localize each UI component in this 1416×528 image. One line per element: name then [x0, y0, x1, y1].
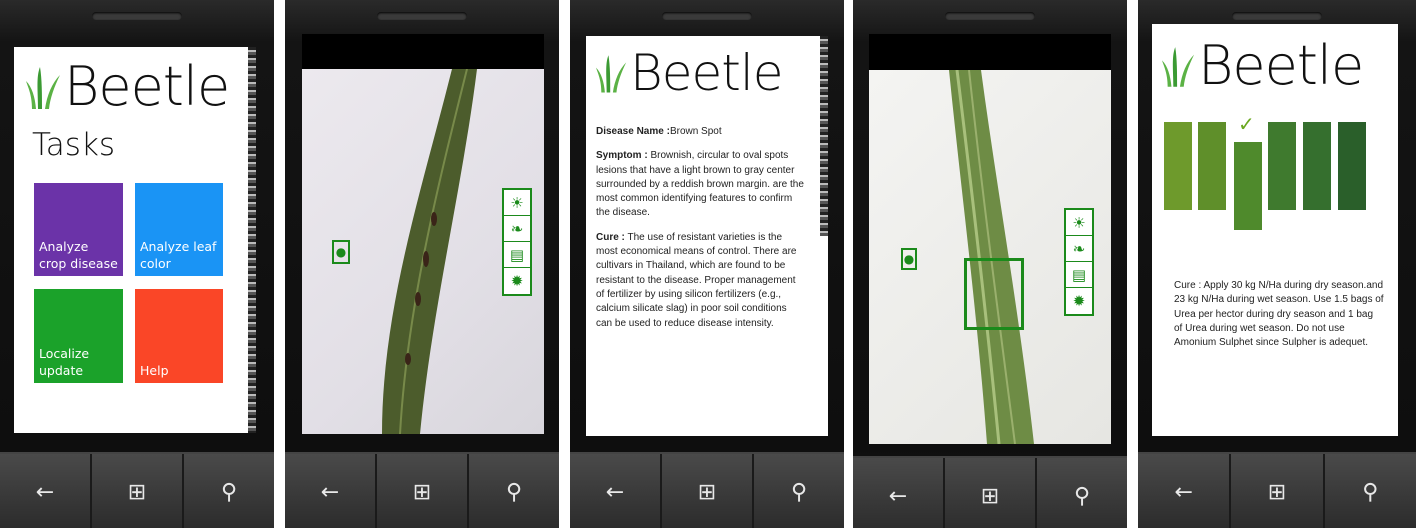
symptom-label: Symptom : — [596, 150, 648, 162]
cure-label: Cure : — [596, 231, 625, 243]
leaf-icon[interactable]: ❧ — [504, 216, 530, 242]
landscape-icon[interactable]: ▤ — [504, 242, 530, 268]
leaf-color-swatch[interactable] — [1268, 122, 1296, 210]
analyze-leaf-color-tile[interactable]: Analyze leaf color — [135, 183, 223, 276]
search-button[interactable]: ⚲ — [1037, 458, 1127, 528]
home-button[interactable]: ⊞ — [377, 454, 469, 528]
phone-4: ● ☀ ❧ ▤ ✹ ← ⊞ ⚲ — [853, 0, 1127, 528]
edge-strip — [248, 47, 256, 433]
back-button[interactable]: ← — [570, 454, 662, 528]
search-button[interactable]: ⚲ — [184, 454, 274, 528]
back-button[interactable]: ← — [1138, 454, 1232, 528]
home-button[interactable]: ⊞ — [92, 454, 184, 528]
tasks-screen: Beetle Tasks Analyze crop disease Analyz… — [14, 47, 256, 433]
symptom-row: Symptom : Brownish, circular to oval spo… — [596, 149, 804, 220]
nav-bar: ← ⊞ ⚲ — [853, 456, 1127, 528]
cure-text: The use of resistant varieties is the mo… — [596, 231, 797, 329]
search-button[interactable]: ⚲ — [469, 454, 559, 528]
speaker — [945, 12, 1035, 20]
nav-bar: ← ⊞ ⚲ — [1138, 452, 1416, 528]
sun-icon[interactable]: ✹ — [504, 268, 530, 294]
sun-leaf-icon[interactable]: ☀ — [1066, 210, 1092, 236]
disease-name-label: Disease Name : — [596, 126, 670, 137]
sun-icon[interactable]: ✹ — [1066, 288, 1092, 314]
speaker — [377, 12, 467, 20]
leaf-color-swatch[interactable] — [1338, 122, 1366, 210]
nav-bar: ← ⊞ ⚲ — [570, 452, 844, 528]
grass-icon — [1162, 46, 1195, 87]
disease-name-value: Brown Spot — [669, 126, 722, 137]
disease-details: Disease Name :Brown Spot Symptom : Brown… — [596, 125, 804, 341]
camera-mode-menu: ☀ ❧ ▤ ✹ — [502, 188, 532, 296]
back-button[interactable]: ← — [0, 454, 92, 528]
search-button[interactable]: ⚲ — [754, 454, 844, 528]
leaf-color-swatch-selected[interactable] — [1234, 142, 1262, 230]
focus-icon[interactable]: ● — [901, 248, 917, 270]
app-title: Beetle — [1198, 34, 1364, 97]
speaker — [662, 12, 752, 20]
nav-bar: ← ⊞ ⚲ — [0, 452, 274, 528]
app-title: Beetle — [630, 44, 784, 102]
search-button[interactable]: ⚲ — [1325, 454, 1416, 528]
camera-screen: ● ☀ ❧ ▤ ✹ — [869, 34, 1111, 444]
edge-strip — [820, 36, 828, 236]
home-button[interactable]: ⊞ — [1231, 454, 1325, 528]
phone-5: Beetle ✓ Cure : Apply 30 kg N/Ha during … — [1138, 0, 1416, 528]
home-button[interactable]: ⊞ — [945, 458, 1037, 528]
home-button[interactable]: ⊞ — [662, 454, 754, 528]
camera-mode-menu: ☀ ❧ ▤ ✹ — [1064, 208, 1094, 316]
leaf-icon[interactable]: ❧ — [1066, 236, 1092, 262]
sun-leaf-icon[interactable]: ☀ — [504, 190, 530, 216]
camera-screen: ● ☀ ❧ ▤ ✹ — [302, 34, 544, 434]
grass-icon — [596, 55, 627, 93]
phone-2: ● ☀ ❧ ▤ ✹ ← ⊞ ⚲ — [285, 0, 559, 528]
cure-row: Cure : The use of resistant varieties is… — [596, 231, 804, 331]
analyze-crop-disease-tile[interactable]: Analyze crop disease — [34, 183, 123, 276]
back-button[interactable]: ← — [285, 454, 377, 528]
speaker — [1232, 12, 1322, 20]
leaf-color-chart: ✓ — [1164, 112, 1384, 240]
cure-text: Cure : Apply 30 kg N/Ha during dry seaso… — [1174, 280, 1384, 349]
localize-update-tile[interactable]: Localize update — [34, 289, 123, 383]
leaf-color-screen: Beetle ✓ Cure : Apply 30 kg N/Ha during … — [1152, 24, 1398, 436]
leaf-color-swatch[interactable] — [1303, 122, 1331, 210]
app-title: Beetle — [64, 55, 230, 118]
page-title: Tasks — [32, 127, 116, 163]
landscape-icon[interactable]: ▤ — [1066, 262, 1092, 288]
focus-icon[interactable]: ● — [332, 240, 350, 264]
beetle-logo: Beetle — [596, 44, 784, 102]
phone-3: Beetle Disease Name :Brown Spot Symptom … — [570, 0, 844, 528]
nav-bar: ← ⊞ ⚲ — [285, 452, 559, 528]
leaf-color-swatch[interactable] — [1198, 122, 1226, 210]
help-tile[interactable]: Help — [135, 289, 223, 383]
disease-info-screen: Beetle Disease Name :Brown Spot Symptom … — [586, 36, 828, 436]
beetle-logo: Beetle — [26, 55, 230, 118]
phone-1: Beetle Tasks Analyze crop disease Analyz… — [0, 0, 274, 528]
selection-box[interactable] — [964, 258, 1024, 330]
check-icon: ✓ — [1238, 112, 1255, 136]
disease-name-row: Disease Name :Brown Spot — [596, 125, 804, 139]
leaf-color-swatch[interactable] — [1164, 122, 1192, 210]
beetle-logo: Beetle — [1162, 34, 1364, 97]
back-button[interactable]: ← — [853, 458, 945, 528]
grass-icon — [26, 66, 60, 109]
speaker — [92, 12, 182, 20]
